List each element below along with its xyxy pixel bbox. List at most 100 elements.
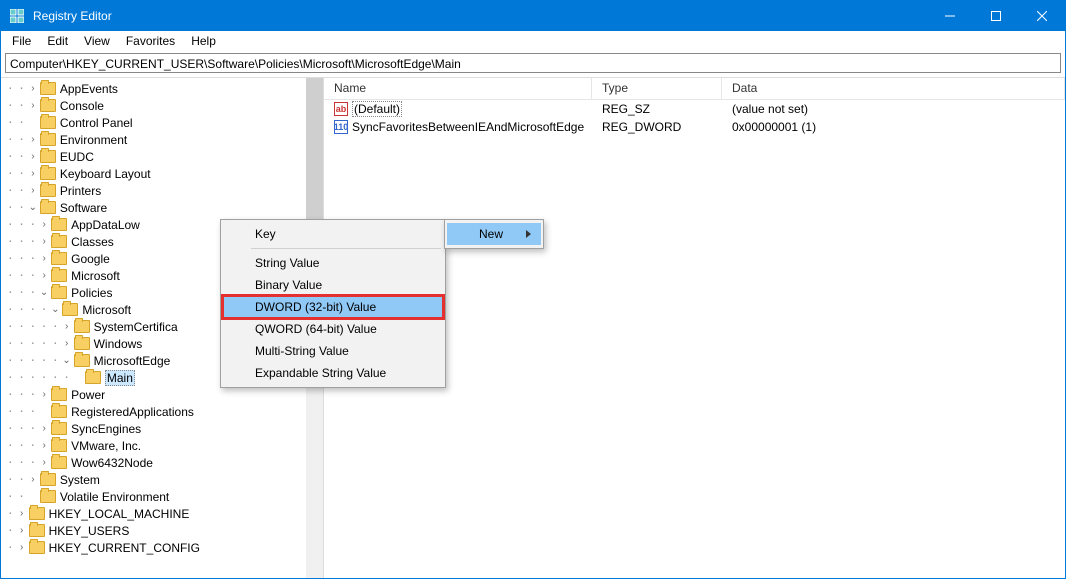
menu-help[interactable]: Help <box>184 32 223 50</box>
context-submenu-label: String Value <box>255 256 319 270</box>
folder-icon <box>51 405 67 418</box>
maximize-button[interactable] <box>973 1 1019 31</box>
folder-icon <box>40 133 56 146</box>
tree-node[interactable]: · · ›Console <box>1 97 323 114</box>
context-submenu-item[interactable]: Expandable String Value <box>223 362 443 384</box>
tree-node-label: Windows <box>94 337 143 351</box>
column-type[interactable]: Type <box>592 78 722 99</box>
context-submenu-item[interactable]: QWORD (64-bit) Value <box>223 318 443 340</box>
minimize-button[interactable] <box>927 1 973 31</box>
expand-icon[interactable]: › <box>60 338 74 349</box>
context-submenu-label: QWORD (64-bit) Value <box>255 322 377 336</box>
expand-icon[interactable]: › <box>60 321 74 332</box>
tree-node[interactable]: · ›HKEY_LOCAL_MACHINE <box>1 505 323 522</box>
expand-icon[interactable]: › <box>26 168 40 179</box>
expand-icon[interactable]: › <box>37 457 51 468</box>
context-submenu-label: Key <box>255 227 276 241</box>
tree-node[interactable]: · · · ›Power <box>1 386 323 403</box>
context-item-new[interactable]: New <box>447 223 541 245</box>
tree-node-label: EUDC <box>60 150 94 164</box>
tree-node[interactable]: · · ›Environment <box>1 131 323 148</box>
tree-node[interactable]: · · ›Keyboard Layout <box>1 165 323 182</box>
address-bar[interactable]: Computer\HKEY_CURRENT_USER\Software\Poli… <box>5 53 1061 73</box>
value-row[interactable]: 110SyncFavoritesBetweenIEAndMicrosoftEdg… <box>324 118 1065 136</box>
context-submenu-new: Key String Value Binary Value DWORD (32-bit… <box>220 219 446 388</box>
context-submenu-item[interactable]: DWORD (32-bit) Value <box>223 296 443 318</box>
value-list: Name Type Data ab(Default)REG_SZ(value n… <box>324 78 1065 578</box>
folder-icon <box>29 541 45 554</box>
tree-node[interactable]: · · · ›VMware, Inc. <box>1 437 323 454</box>
expand-icon[interactable]: › <box>37 440 51 451</box>
folder-icon <box>40 201 56 214</box>
expand-icon[interactable]: › <box>37 270 51 281</box>
context-submenu-item[interactable]: Key <box>223 223 443 245</box>
menu-favorites[interactable]: Favorites <box>119 32 182 50</box>
tree-node[interactable]: · · ⌄Software <box>1 199 323 216</box>
tree-node-label: Software <box>60 201 107 215</box>
context-submenu-item[interactable]: Binary Value <box>223 274 443 296</box>
close-button[interactable] <box>1019 1 1065 31</box>
value-type-icon: ab <box>334 102 348 116</box>
context-submenu-item[interactable]: Multi-String Value <box>223 340 443 362</box>
tree-node-label: RegisteredApplications <box>71 405 194 419</box>
tree-node[interactable]: · ›HKEY_CURRENT_CONFIG <box>1 539 323 556</box>
tree-node[interactable]: · · · RegisteredApplications <box>1 403 323 420</box>
expand-icon[interactable]: ⌄ <box>37 287 51 298</box>
expand-icon[interactable]: › <box>15 525 29 536</box>
tree-node[interactable]: · ›HKEY_USERS <box>1 522 323 539</box>
expand-icon[interactable]: › <box>26 474 40 485</box>
expand-icon[interactable]: › <box>37 389 51 400</box>
tree-node[interactable]: · · ›System <box>1 471 323 488</box>
tree-node[interactable]: · · ›AppEvents <box>1 80 323 97</box>
expand-icon[interactable]: › <box>37 253 51 264</box>
expand-icon[interactable]: › <box>15 508 29 519</box>
tree-node[interactable]: · · ›EUDC <box>1 148 323 165</box>
context-submenu-label: DWORD (32-bit) Value <box>255 300 376 314</box>
menu-file[interactable]: File <box>5 32 38 50</box>
folder-icon <box>74 354 90 367</box>
folder-icon <box>40 167 56 180</box>
folder-icon <box>40 490 56 503</box>
folder-icon <box>51 286 67 299</box>
expand-icon[interactable]: › <box>37 236 51 247</box>
tree-node-label: AppEvents <box>60 82 118 96</box>
tree-node-label: Wow6432Node <box>71 456 153 470</box>
expand-icon[interactable]: ⌄ <box>48 304 62 315</box>
expand-icon[interactable]: › <box>37 219 51 230</box>
tree-node-label: Policies <box>71 286 112 300</box>
tree-node[interactable]: · · ›Printers <box>1 182 323 199</box>
column-data[interactable]: Data <box>722 78 1065 99</box>
expand-icon[interactable]: ⌄ <box>26 202 40 213</box>
tree-node-label: Console <box>60 99 104 113</box>
menu-view[interactable]: View <box>77 32 117 50</box>
value-row[interactable]: ab(Default)REG_SZ(value not set) <box>324 100 1065 118</box>
folder-icon <box>85 371 101 384</box>
expand-icon[interactable]: › <box>26 134 40 145</box>
folder-icon <box>62 303 78 316</box>
expand-icon[interactable]: › <box>26 100 40 111</box>
tree-node-label: Main <box>105 370 135 386</box>
folder-icon <box>40 99 56 112</box>
expand-icon[interactable]: › <box>26 185 40 196</box>
value-name: SyncFavoritesBetweenIEAndMicrosoftEdge <box>352 120 584 134</box>
folder-icon <box>51 439 67 452</box>
menu-edit[interactable]: Edit <box>40 32 75 50</box>
expand-icon[interactable]: › <box>37 423 51 434</box>
tree-node[interactable]: · · Control Panel <box>1 114 323 131</box>
menubar: File Edit View Favorites Help <box>1 31 1065 51</box>
tree-node[interactable]: · · · ›SyncEngines <box>1 420 323 437</box>
tree-node[interactable]: · · · ›Wow6432Node <box>1 454 323 471</box>
tree-node[interactable]: · · Volatile Environment <box>1 488 323 505</box>
tree-node-label: HKEY_USERS <box>49 524 130 538</box>
context-submenu-item[interactable]: String Value <box>223 252 443 274</box>
tree-node-label: Printers <box>60 184 101 198</box>
folder-icon <box>74 337 90 350</box>
tree-node-label: VMware, Inc. <box>71 439 141 453</box>
context-submenu-label: Binary Value <box>255 278 322 292</box>
context-submenu-label: Multi-String Value <box>255 344 349 358</box>
expand-icon[interactable]: › <box>26 83 40 94</box>
expand-icon[interactable]: › <box>15 542 29 553</box>
expand-icon[interactable]: › <box>26 151 40 162</box>
expand-icon[interactable]: ⌄ <box>60 355 74 366</box>
column-name[interactable]: Name <box>324 78 592 99</box>
